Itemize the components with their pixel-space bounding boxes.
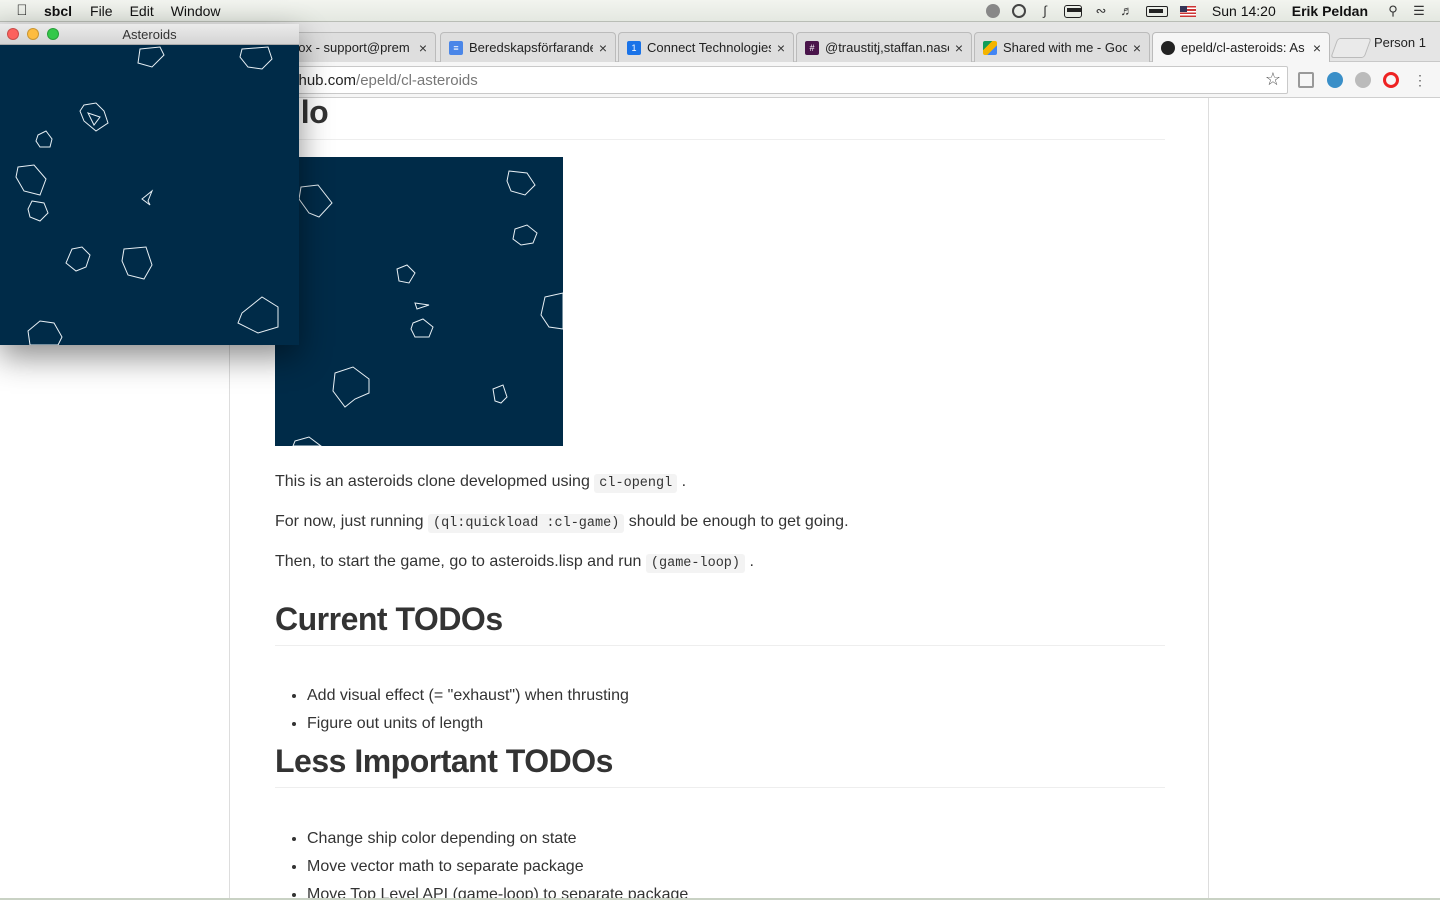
spotlight-search-icon[interactable]: ⚲ [1386,4,1400,18]
readme: ello This is an asteroids clone developm… [229,98,1209,898]
github-icon [1161,40,1175,55]
asteroids-window-title: Asteroids [122,27,177,42]
extension-globe-icon[interactable] [1327,72,1343,88]
menu-window[interactable]: Window [171,3,221,19]
tab-mailbox[interactable]: box - support@prem × [282,32,436,62]
menu-kebab-icon[interactable]: ⋮ [1412,72,1428,88]
new-tab-button[interactable] [1330,38,1372,58]
tab-label: Connect Technologies [647,40,771,55]
profile-button[interactable]: Person 1 [1374,35,1426,50]
intro-text: This is an asteroids clone developmed us… [275,473,590,490]
menubar-clock[interactable]: Sun 14:20 [1212,3,1276,19]
bookmark-star-icon[interactable]: ☆ [1265,69,1281,90]
slack-icon: # [805,40,819,55]
menu-edit[interactable]: Edit [130,3,154,19]
close-icon[interactable]: × [419,40,427,56]
keyboard-icon[interactable] [1063,4,1082,18]
tab-beredskap[interactable]: ≡ Beredskapsförfarande × [440,32,616,62]
tab-slack[interactable]: # @traustitj,staffan.nase × [796,32,972,62]
list-item: Change ship color depending on state [307,825,688,853]
apple-menu-icon[interactable]:  [0,2,44,19]
inline-code: (game-loop) [645,554,746,573]
wifi-icon[interactable]: ∾ [1094,4,1108,18]
url-path: /epeld/cl-asteroids [356,71,478,89]
google-docs-icon: ≡ [449,40,463,55]
input-source-flag-icon[interactable] [1179,5,1196,17]
cast-icon[interactable] [1298,72,1314,88]
status-dot-icon[interactable] [985,4,1000,18]
start-text: Then, to start the game, go to asteroids… [275,553,642,570]
close-icon[interactable]: × [777,40,785,56]
readme-heading: ello [275,98,1165,140]
tab-label: @traustitj,staffan.nase [825,40,949,55]
inline-code: (ql:quickload :cl-game) [427,514,625,533]
asteroids-screenshot-svg [292,170,564,447]
notification-center-icon[interactable]: ☰ [1412,4,1426,18]
battery-icon[interactable] [1145,5,1168,17]
app-menu[interactable]: sbcl [44,3,72,19]
current-todos-heading: Current TODOs [275,592,1165,646]
do-not-disturb-icon[interactable] [1011,4,1026,18]
menu-bar:  sbcl File Edit Window ∫ ∾ ♬ Sun 14:20 … [0,0,1440,22]
list-item: Add visual effect (= "exhaust") when thr… [307,682,629,710]
asteroids-titlebar[interactable]: Asteroids [0,24,299,45]
url-host: ithub.com [291,71,357,89]
menu-file[interactable]: File [90,3,113,19]
paragraph-start-game: Then, to start the game, go to asteroids… [275,550,754,576]
google-drive-icon [983,40,997,55]
extension-shield-icon[interactable] [1355,72,1371,88]
close-icon[interactable]: × [955,40,963,56]
window-close-button[interactable] [7,28,19,40]
tab-label: Shared with me - Goo [1003,40,1127,55]
tab-drive[interactable]: Shared with me - Goo × [974,32,1150,62]
paragraph-intro: This is an asteroids clone developmed us… [275,470,686,496]
asteroids-game-canvas[interactable] [0,45,299,346]
intro-text-end: . [681,473,687,490]
opera-icon[interactable] [1383,72,1399,88]
close-icon[interactable]: × [1133,40,1141,56]
window-zoom-button[interactable] [47,28,59,40]
asteroids-game-svg [15,46,279,346]
close-icon[interactable]: × [1313,40,1321,56]
address-bar[interactable]: ithub.com/epeld/cl-asteroids ☆ [240,66,1288,94]
asteroids-window[interactable]: Asteroids [0,24,299,346]
bluetooth-icon[interactable]: ∫ [1038,4,1052,18]
close-icon[interactable]: × [599,40,607,56]
start-text-end: . [749,553,754,570]
window-minimize-button[interactable] [27,28,39,40]
volume-icon[interactable]: ♬ [1120,4,1134,18]
tab-connect[interactable]: 1 Connect Technologies × [618,32,794,62]
game-screenshot-image [275,157,564,447]
less-important-todos-list: Change ship color depending on state Mov… [307,825,688,898]
current-todos-list: Add visual effect (= "exhaust") when thr… [307,682,629,738]
tab-github[interactable]: epeld/cl-asteroids: As × [1152,32,1330,62]
quickload-text-end: should be enough to get going. [628,513,849,530]
quickload-text: For now, just running [275,513,424,530]
menubar-user[interactable]: Erik Peldan [1292,3,1368,19]
tab-label: Beredskapsförfarande [469,40,593,55]
inline-code: cl-opengl [594,474,678,493]
tab-label: box - support@prem [291,40,410,55]
list-item: Move vector math to separate package [307,853,688,881]
paragraph-quickload: For now, just running (ql:quickload :cl-… [275,510,849,536]
less-important-todos-heading: Less Important TODOs [275,734,1165,788]
tab-label: epeld/cl-asteroids: As [1181,40,1305,55]
list-item: Move Top Level API (game-loop) to separa… [307,881,688,898]
calendar-icon: 1 [627,40,641,55]
